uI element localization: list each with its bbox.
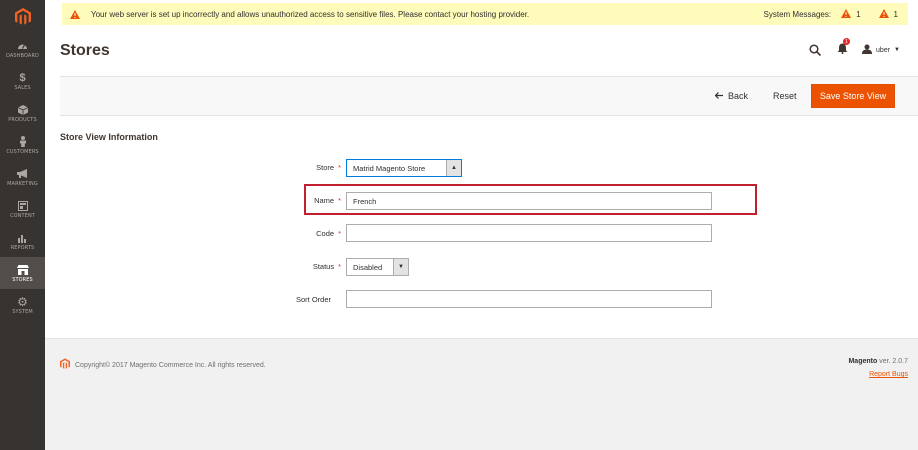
system-messages-label: System Messages:	[763, 9, 832, 19]
reset-button[interactable]: Reset	[773, 91, 797, 101]
bar-chart-icon	[17, 231, 28, 244]
system-messages-critical-count[interactable]: 1	[878, 8, 898, 20]
dollar-icon: $	[19, 71, 26, 84]
page-footer: Copyright© 2017 Magento Commerce Inc. Al…	[45, 338, 918, 450]
store-select[interactable]: Matrid Magento Store ▲	[346, 159, 462, 177]
nav-products[interactable]: PRODUCTS	[0, 97, 45, 129]
required-mark: *	[338, 163, 341, 172]
warning-icon	[70, 9, 80, 19]
copyright: Copyright© 2017 Magento Commerce Inc. Al…	[60, 358, 266, 372]
status-label: Status *	[245, 262, 341, 271]
sort-order-input[interactable]	[346, 290, 712, 308]
page-actions-toolbar: Back Reset Save Store View	[60, 76, 918, 116]
user-icon	[862, 44, 873, 56]
search-icon[interactable]	[809, 44, 822, 56]
dashboard-icon	[17, 39, 28, 52]
code-label-text: Code	[316, 229, 335, 238]
save-store-view-button[interactable]: Save Store View	[811, 84, 895, 108]
nav-label: PRODUCTS	[8, 117, 37, 123]
nav-content[interactable]: CONTENT	[0, 193, 45, 225]
nav-label: MARKETING	[7, 181, 38, 187]
person-icon	[19, 135, 27, 148]
name-input[interactable]: French	[346, 192, 712, 210]
warning-icon	[878, 8, 889, 20]
caret-down-icon: ▼	[393, 259, 408, 275]
sort-order-label: Sort Order	[295, 295, 331, 304]
megaphone-icon	[16, 167, 29, 180]
warning-icon	[841, 8, 852, 20]
count-value: 1	[856, 9, 861, 19]
status-select[interactable]: Disabled ▼	[346, 258, 409, 276]
layout-icon	[17, 199, 28, 212]
status-label-text: Status	[312, 262, 335, 271]
version-text: ver. 2.0.7	[877, 358, 908, 365]
nav-reports[interactable]: REPORTS	[0, 225, 45, 257]
nav-sales[interactable]: $ SALES	[0, 65, 45, 97]
nav-label: SYSTEM	[12, 309, 33, 315]
cube-icon	[17, 103, 28, 116]
storefront-icon	[16, 263, 29, 276]
code-label: Code *	[245, 229, 341, 238]
version-info: Magento ver. 2.0.7	[848, 358, 908, 365]
nav-label: CUSTOMERS	[6, 149, 39, 155]
system-message-bar: Your web server is set up incorrectly an…	[62, 3, 908, 25]
nav-label: STORES	[12, 277, 33, 283]
nav-label: REPORTS	[10, 245, 35, 251]
nav-system[interactable]: ⚙ SYSTEM	[0, 289, 45, 321]
required-mark: *	[338, 229, 341, 238]
code-input[interactable]	[346, 224, 712, 242]
status-select-value: Disabled	[353, 262, 383, 272]
name-label: Name *	[245, 196, 341, 205]
name-label-text: Name	[314, 196, 335, 205]
nav-label: SALES	[14, 85, 31, 91]
copyright-text: Copyright© 2017 Magento Commerce Inc. Al…	[75, 361, 266, 369]
nav-stores[interactable]: STORES	[0, 257, 45, 289]
header-actions: 1 uber ▼	[809, 38, 900, 59]
caret-down-icon: ▼	[894, 47, 900, 53]
back-button[interactable]: Back	[714, 91, 749, 101]
brand-name: Magento	[848, 358, 878, 365]
user-name: uber	[876, 46, 891, 54]
store-label-text: Store	[316, 163, 335, 172]
report-bugs-link[interactable]: Report Bugs	[869, 371, 908, 378]
store-select-value: Matrid Magento Store	[353, 163, 426, 173]
notifications-button[interactable]: 1	[837, 38, 851, 59]
arrow-left-icon	[714, 91, 723, 101]
gear-icon: ⚙	[17, 294, 28, 309]
notifications-badge: 1	[843, 38, 851, 45]
count-value: 1	[893, 9, 898, 19]
user-menu[interactable]: uber ▼	[862, 44, 900, 56]
nav-label: CONTENT	[10, 213, 35, 219]
system-messages-warning-count[interactable]: 1	[841, 8, 861, 20]
nav-marketing[interactable]: MARKETING	[0, 161, 45, 193]
nav-customers[interactable]: CUSTOMERS	[0, 129, 45, 161]
back-label: Back	[728, 91, 749, 101]
page-title: Stores	[60, 42, 110, 59]
required-mark: *	[338, 196, 341, 205]
magento-logo-icon	[60, 358, 70, 372]
nav-label: DASHBOARD	[6, 53, 39, 59]
required-mark: *	[338, 262, 341, 271]
main-content: Your web server is set up incorrectly an…	[45, 0, 918, 450]
admin-sidebar: DASHBOARD $ SALES PRODUCTS CUSTOMERS MAR…	[0, 0, 45, 450]
nav-dashboard[interactable]: DASHBOARD	[0, 33, 45, 65]
store-label: Store *	[245, 163, 341, 172]
caret-up-icon: ▲	[446, 160, 461, 176]
section-title: Store View Information	[60, 132, 158, 142]
system-message-text: Your web server is set up incorrectly an…	[91, 9, 530, 19]
magento-logo[interactable]	[0, 0, 45, 33]
